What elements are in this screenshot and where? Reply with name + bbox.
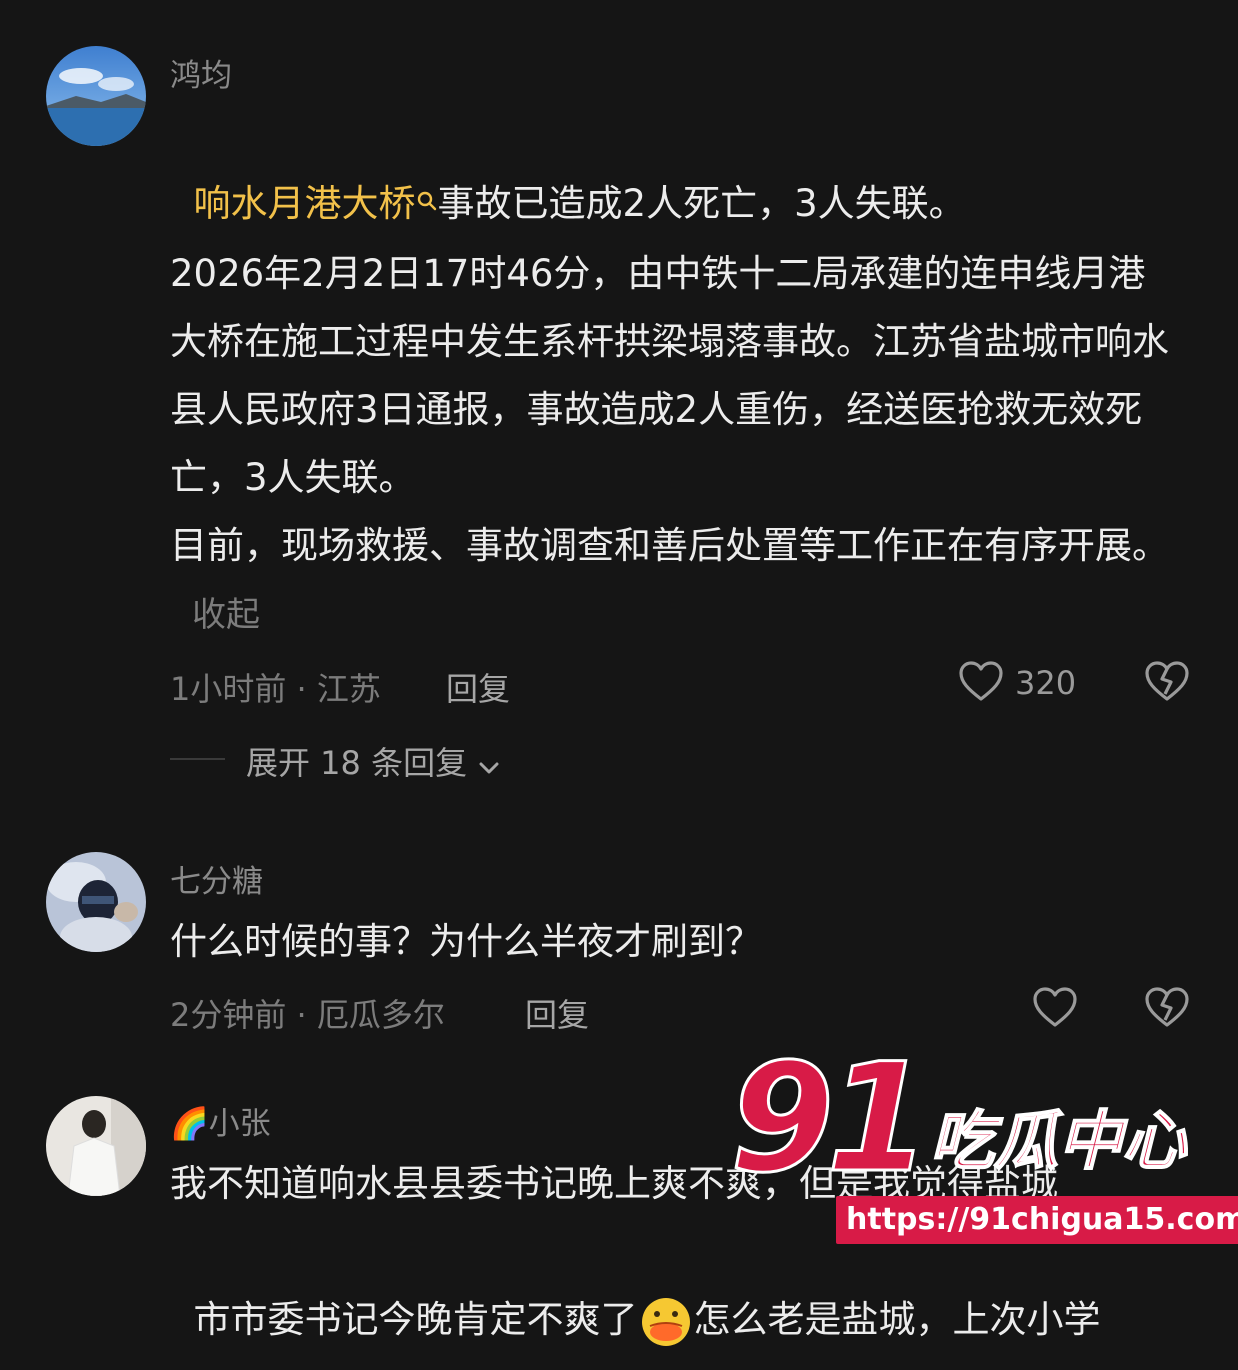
heart-icon[interactable]: [958, 660, 1004, 702]
comment-username[interactable]: 🌈小张: [170, 1098, 271, 1143]
divider: [170, 758, 225, 760]
reply-button[interactable]: 回复: [446, 664, 510, 710]
emoji: [640, 1296, 692, 1348]
comment-meta: 2分钟前 · 厄瓜多尔: [170, 996, 445, 1034]
watermark-url: https://91chigua15.com: [836, 1196, 1238, 1244]
comment-text-after-highlight: 事故已造成2人死亡，3人失联。: [437, 182, 966, 225]
comment-paragraph-1: 2026年2月2日17时46分，由中铁十二局承建的连申线月港大桥在施工过程中发生…: [170, 252, 1169, 499]
avatar[interactable]: [46, 46, 146, 146]
comment-text-line-2a: 市市委书记今晚肯定不爽了: [193, 1298, 638, 1341]
dislike-heart-icon[interactable]: [1144, 660, 1190, 702]
comment-text: 什么时候的事？为什么半夜才刷到？: [170, 920, 762, 963]
chevron-down-icon: [477, 746, 501, 784]
comment-paragraph-2: 目前，现场救援、事故调查和善后处置等工作正在有序开展。收起: [170, 512, 1170, 649]
avatar[interactable]: [46, 852, 146, 952]
collapse-button[interactable]: 收起: [192, 595, 260, 635]
comment-username-text: 小张: [208, 1106, 271, 1142]
rainbow-emoji: 🌈: [170, 1106, 209, 1142]
like-count: 320: [1015, 664, 1077, 702]
dislike-heart-icon[interactable]: [1144, 986, 1190, 1028]
avatar[interactable]: [46, 1096, 146, 1196]
watermark-brand: 吃瓜中心: [929, 1105, 1187, 1179]
watermark-logo: 91 吃瓜中心 https://91chigua15.com: [729, 1043, 1238, 1280]
comment-username[interactable]: 七分糖: [170, 856, 263, 901]
watermark-number: 91: [729, 1032, 933, 1206]
comment-text: 响水月港大桥 事故已造成2人死亡，3人失联。: [170, 102, 1180, 238]
expand-replies-label: 展开 18 条回复: [246, 744, 468, 782]
reply-button[interactable]: 回复: [525, 990, 589, 1036]
search-icon[interactable]: [416, 166, 438, 234]
comment-meta: 1小时前 · 江苏: [170, 670, 381, 708]
heart-icon[interactable]: [1032, 986, 1078, 1028]
comment-text-line-2b: 怎么老是盐城，上次小学: [693, 1298, 1101, 1341]
search-highlight-link[interactable]: 响水月港大桥: [194, 182, 416, 225]
expand-replies-button[interactable]: 展开 18 条回复: [246, 738, 501, 784]
comment-paragraph-2-text: 目前，现场救援、事故调查和善后处置等工作正在有序开展。: [170, 524, 1169, 567]
comment-username[interactable]: 鸿均: [170, 50, 232, 95]
